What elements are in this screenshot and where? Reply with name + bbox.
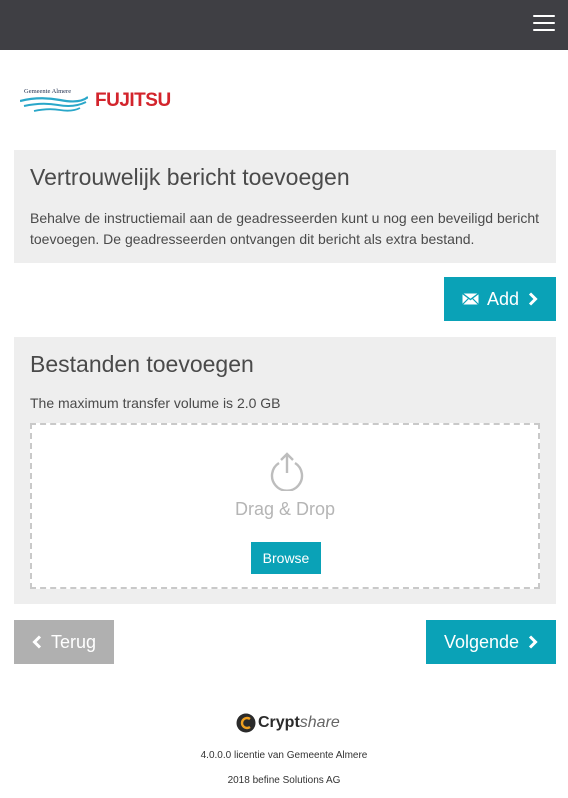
almere-logo-text: Gemeente Almere (24, 88, 72, 95)
cryptshare-light: share (299, 714, 340, 731)
cryptshare-bold: Crypt (258, 714, 300, 731)
cryptshare-logo: Cryptshare (236, 713, 340, 735)
back-button[interactable]: Terug (14, 620, 114, 664)
confidential-message-panel: Vertrouwelijk bericht toevoegen Behalve … (14, 150, 556, 263)
envelope-icon (462, 293, 479, 305)
add-message-button[interactable]: Add (444, 277, 556, 321)
gemeente-almere-logo: Gemeente Almere (19, 84, 89, 116)
file-drop-zone[interactable]: Drag & Drop Browse (30, 423, 540, 589)
cryptshare-wordmark: Cryptshare (258, 714, 340, 732)
back-button-label: Terug (50, 631, 97, 652)
hamburger-menu-icon[interactable] (533, 15, 555, 33)
cryptshare-mark-icon (236, 713, 256, 733)
confidential-message-title: Vertrouwelijk bericht toevoegen (30, 164, 350, 190)
hamburger-line (533, 29, 555, 31)
license-text: 4.0.0.0 licentie van Gemeente Almere (200, 750, 368, 761)
chevron-right-icon (528, 635, 538, 649)
fujitsu-logo: FUJITSU (95, 90, 171, 111)
top-navbar (0, 0, 568, 50)
hamburger-line (533, 22, 555, 24)
browse-button[interactable]: Browse (251, 542, 321, 574)
max-transfer-text: The maximum transfer volume is 2.0 GB (30, 395, 281, 411)
add-files-title: Bestanden toevoegen (30, 351, 254, 377)
add-files-panel: Bestanden toevoegen The maximum transfer… (14, 337, 556, 604)
hamburger-line (533, 15, 555, 17)
chevron-left-icon (32, 635, 42, 649)
upload-icon (270, 452, 304, 491)
drag-drop-text: Drag & Drop (234, 499, 336, 519)
next-button[interactable]: Volgende (426, 620, 556, 664)
next-button-label: Volgende (443, 631, 520, 652)
chevron-right-icon (528, 292, 538, 306)
logo-area: Gemeente Almere FUJITSU (19, 84, 220, 120)
copyright-text: 2018 befine Solutions AG (227, 775, 341, 786)
confidential-message-description: Behalve de instructiemail aan de geadres… (30, 210, 540, 247)
add-button-label: Add (486, 288, 520, 309)
